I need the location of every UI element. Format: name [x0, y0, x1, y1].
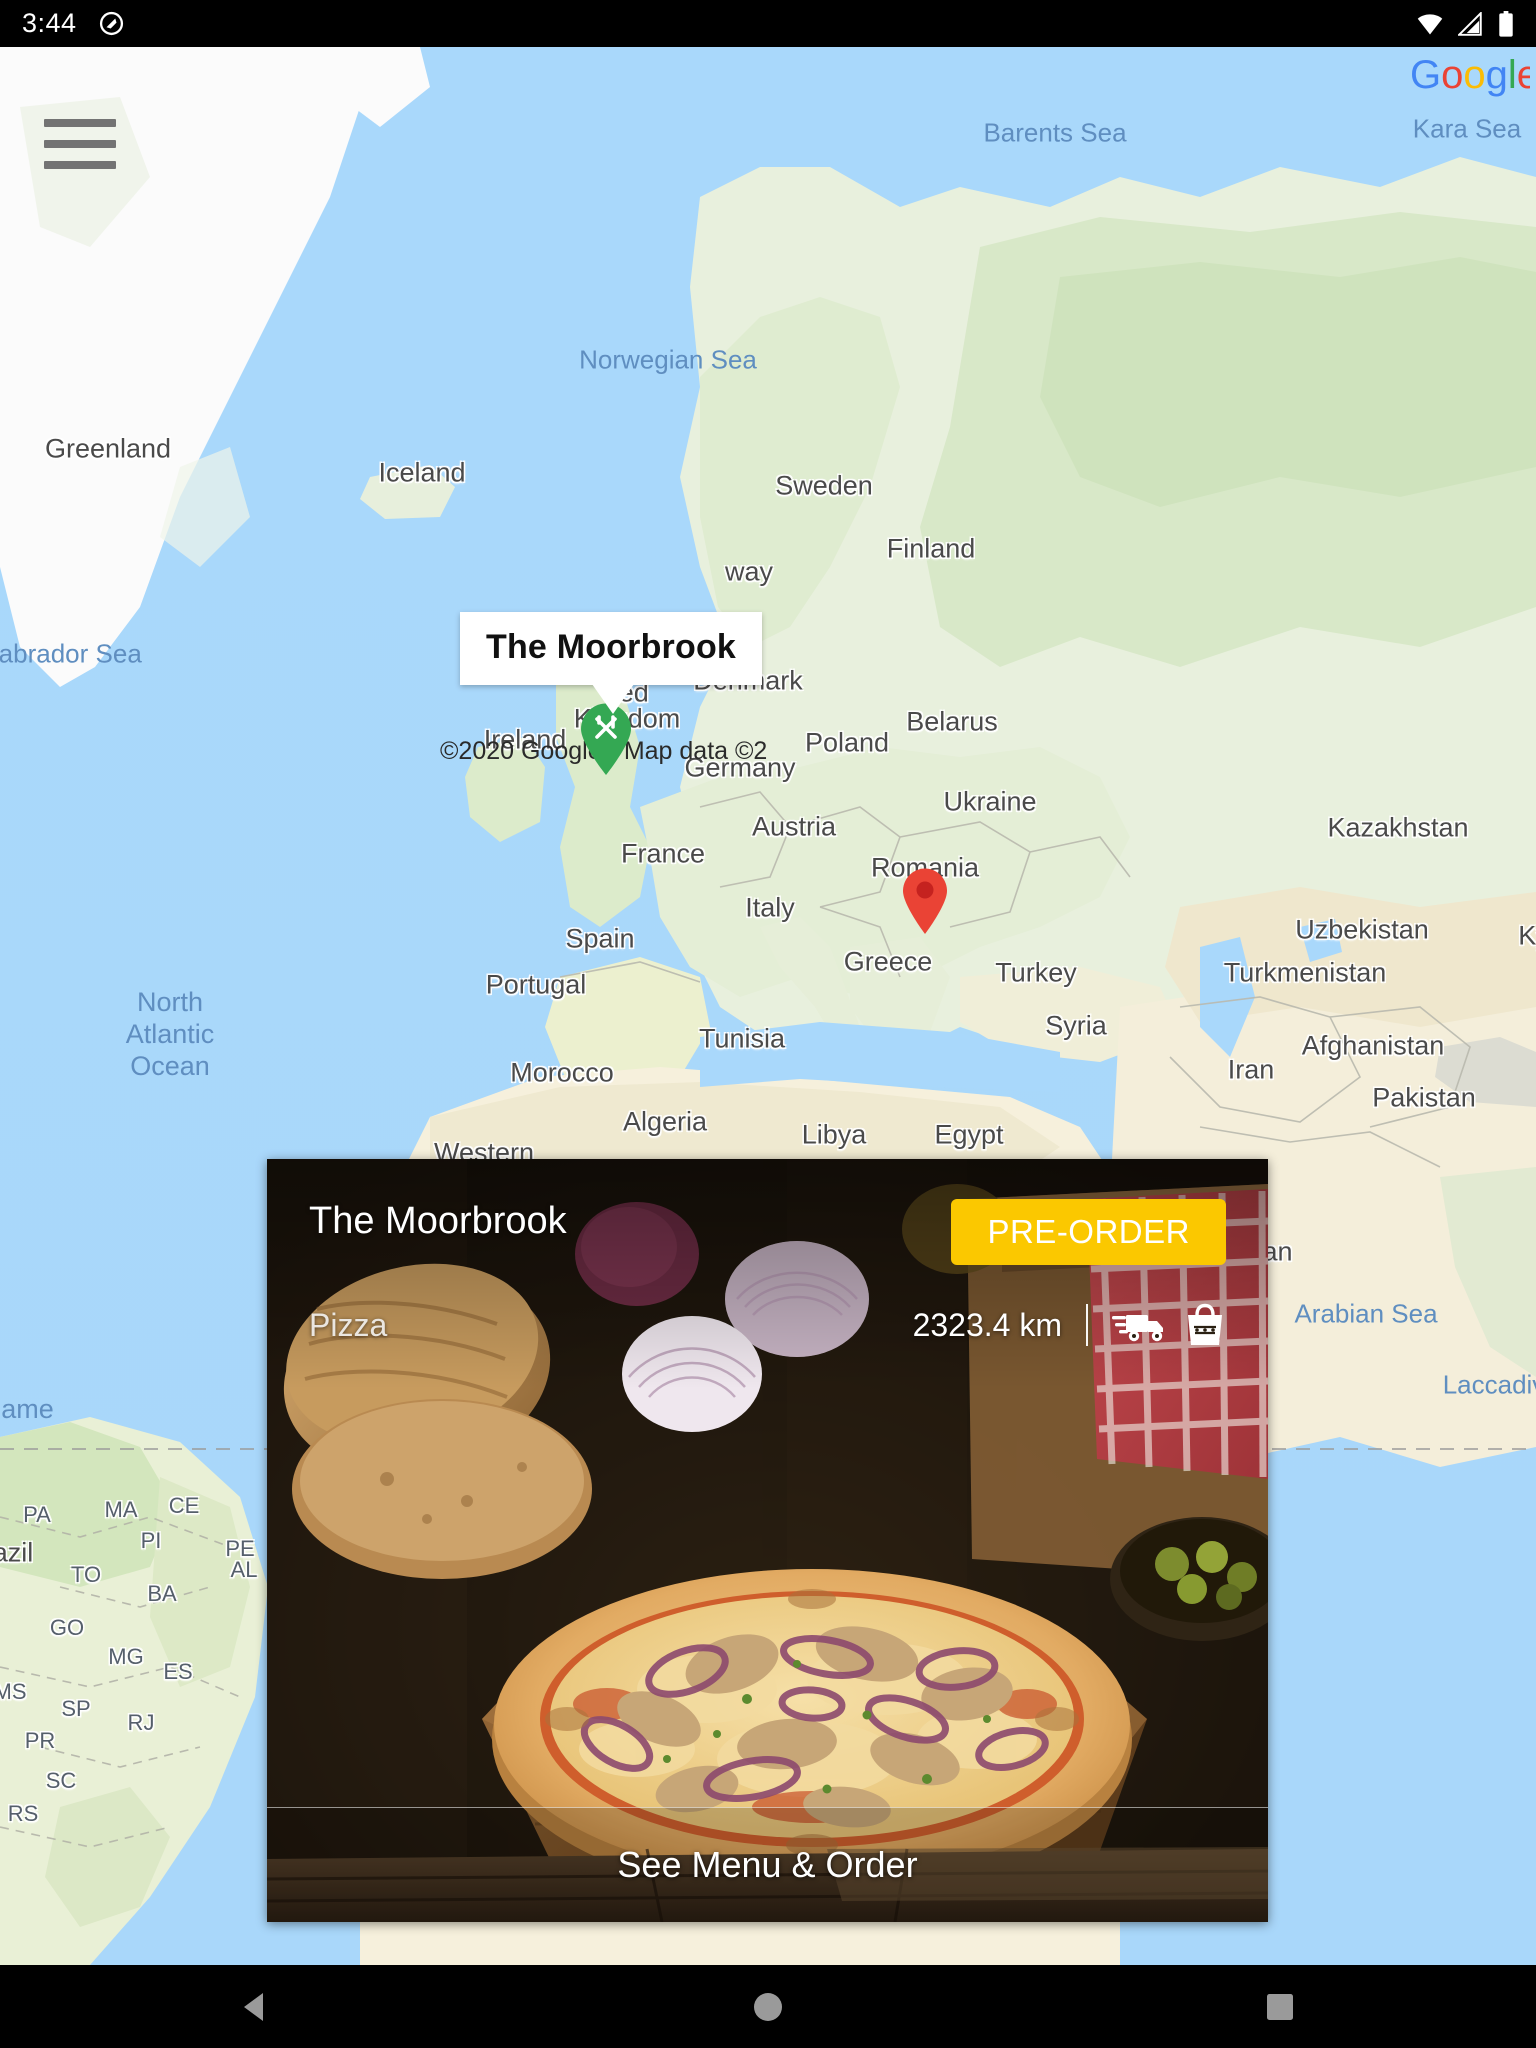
recents-square-icon: [1267, 1993, 1293, 2020]
status-bar-system-icons: [1416, 10, 1514, 37]
restaurant-distance: 2323.4 km: [912, 1306, 1062, 1343]
cell-signal-icon: [1458, 11, 1482, 36]
status-bar: 3:44: [0, 0, 1536, 47]
restaurant-cuisine: Pizza: [309, 1306, 388, 1343]
takeaway-bag-icon: [1188, 1303, 1222, 1345]
hamburger-bar: [44, 161, 116, 169]
android-navigation-bar: [0, 1965, 1536, 2048]
meta-divider: [1086, 1304, 1088, 1346]
battery-icon: [1499, 10, 1513, 37]
card-header: The Moorbrook PRE-ORDER Pizza 2323.4 km: [267, 1159, 1268, 1347]
location-pin-marker[interactable]: [900, 867, 950, 935]
android-screen: 3:44 Google Greenland Iceland Sweden Fin…: [0, 0, 1536, 2048]
pre-order-button[interactable]: PRE-ORDER: [951, 1199, 1226, 1265]
see-menu-and-order-button[interactable]: See Menu & Order: [267, 1807, 1268, 1922]
google-logo: Google: [1410, 53, 1536, 97]
hamburger-menu-icon[interactable]: [44, 107, 118, 181]
back-triangle-icon: [244, 1992, 263, 2021]
do-not-disturb-icon: [99, 11, 123, 36]
delivery-truck-icon: [1112, 1315, 1163, 1342]
hamburger-bar: [44, 119, 116, 127]
status-bar-notification-icons: [99, 11, 124, 36]
wifi-icon: [1417, 13, 1443, 34]
hamburger-bar: [44, 140, 116, 148]
svg-text:Google: Google: [1410, 55, 1530, 97]
map-callout-bubble[interactable]: The Moorbrook: [460, 612, 763, 714]
restaurant-name: The Moorbrook: [309, 1200, 567, 1242]
back-button[interactable]: [196, 1965, 316, 2048]
restaurant-card[interactable]: The Moorbrook PRE-ORDER Pizza 2323.4 km: [267, 1159, 1268, 1922]
card-title-row: The Moorbrook PRE-ORDER: [309, 1199, 1226, 1265]
see-menu-and-order-label: See Menu & Order: [617, 1844, 918, 1885]
map-callout-label: The Moorbrook: [486, 628, 737, 666]
card-meta-group: 2323.4 km: [913, 1303, 1226, 1347]
card-subtitle-row: Pizza 2323.4 km: [309, 1303, 1226, 1347]
recents-button[interactable]: [1220, 1965, 1340, 2048]
home-circle-icon: [754, 1992, 782, 2021]
home-button[interactable]: [708, 1965, 828, 2048]
status-bar-clock: 3:44: [22, 8, 77, 38]
